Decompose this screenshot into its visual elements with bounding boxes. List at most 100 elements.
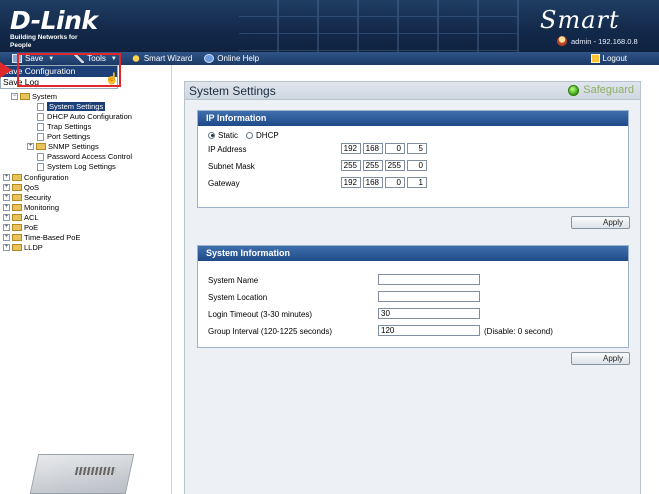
sidebar-item-label: Security xyxy=(24,193,52,202)
online-help-label: Online Help xyxy=(217,54,260,63)
collapse-icon[interactable]: − xyxy=(11,93,18,100)
gateway-octet[interactable]: 168 xyxy=(363,177,383,188)
gateway-octet[interactable]: 192 xyxy=(341,177,361,188)
document-icon xyxy=(37,102,44,111)
sidebar-item-label: System xyxy=(32,92,58,101)
sidebar-item-trap-settings[interactable]: Trap Settings xyxy=(37,122,91,131)
gateway-octet[interactable]: 0 xyxy=(385,177,405,188)
folder-icon xyxy=(12,234,22,241)
safeguard-indicator[interactable]: Safeguard xyxy=(568,84,634,96)
sidebar-item-security[interactable]: + Security xyxy=(3,193,51,202)
document-icon xyxy=(37,162,44,171)
ip-address-octet[interactable]: 5 xyxy=(407,143,427,154)
sidebar-item-label: PoE xyxy=(24,223,39,232)
folder-icon xyxy=(12,174,22,181)
sidebar-item-label: Monitoring xyxy=(24,203,60,212)
sidebar-item-label: System Settings xyxy=(47,102,106,111)
sidebar-item-system-log-settings[interactable]: System Log Settings xyxy=(37,162,116,171)
group-interval-input[interactable]: 120 xyxy=(378,325,480,336)
sidebar-item-configuration[interactable]: + Configuration xyxy=(3,173,69,182)
sidebar-item-password-access-control[interactable]: Password Access Control xyxy=(37,152,132,161)
system-location-input[interactable] xyxy=(378,291,480,302)
ip-address-octet[interactable]: 192 xyxy=(341,143,361,154)
expand-icon[interactable]: + xyxy=(3,234,10,241)
folder-icon xyxy=(36,143,46,150)
sidebar-item-time-based-poe[interactable]: + Time-Based PoE xyxy=(3,233,80,242)
document-icon xyxy=(37,152,44,161)
sidebar-item-system-settings[interactable]: System Settings xyxy=(37,102,106,111)
folder-icon xyxy=(12,204,22,211)
folder-icon xyxy=(12,214,22,221)
user-info: admin - 192.168.0.8 xyxy=(557,36,638,46)
dlink-logo: D-Link Building Networks for People xyxy=(10,7,100,50)
ip-information-section: IP Information Static DHCP IP Address Su… xyxy=(197,110,629,208)
sidebar-tree: − System System Settings DHCP Auto Configur… xyxy=(0,65,172,494)
sidebar-item-monitoring[interactable]: + Monitoring xyxy=(3,203,59,212)
wizard-icon xyxy=(130,54,141,63)
folder-icon xyxy=(12,224,22,231)
sidebar-item-label: LLDP xyxy=(24,243,43,252)
gateway-label: Gateway xyxy=(208,179,240,188)
apply-system-button[interactable]: Apply xyxy=(571,352,630,365)
sidebar-item-label: ACL xyxy=(24,213,39,222)
sidebar-item-label: System Log Settings xyxy=(47,162,116,171)
ip-mode-row: Static DHCP xyxy=(208,129,279,141)
document-icon xyxy=(37,132,44,141)
sidebar-item-label: QoS xyxy=(24,183,40,192)
sidebar-item-poe[interactable]: + PoE xyxy=(3,223,38,232)
static-label: Static xyxy=(218,130,239,140)
sidebar-item-snmp-settings[interactable]: + SNMP Settings xyxy=(27,142,99,151)
login-timeout-input[interactable]: 30 xyxy=(378,308,480,319)
sidebar-item-label: Trap Settings xyxy=(47,122,92,131)
expand-icon[interactable]: + xyxy=(3,224,10,231)
expand-icon[interactable]: + xyxy=(3,244,10,251)
panel-header: System Settings Safeguard xyxy=(185,82,640,100)
online-help-button[interactable]: Online Help xyxy=(198,52,265,65)
sidebar-item-acl[interactable]: + ACL xyxy=(3,213,39,222)
group-interval-hint: (Disable: 0 second) xyxy=(484,327,553,336)
system-name-input[interactable] xyxy=(378,274,480,285)
brand-tagline: Building Networks for People xyxy=(10,34,78,49)
expand-icon[interactable]: + xyxy=(3,174,10,181)
subnet-mask-octet[interactable]: 255 xyxy=(341,160,361,171)
expand-icon[interactable]: + xyxy=(3,214,10,221)
expand-icon[interactable]: + xyxy=(3,194,10,201)
section-heading: System Information xyxy=(198,246,628,261)
header-decoration xyxy=(239,0,519,52)
sidebar-item-lldp[interactable]: + LLDP xyxy=(3,243,43,252)
switch-device-image xyxy=(29,454,135,494)
gateway-octet[interactable]: 1 xyxy=(407,177,427,188)
subnet-mask-octet[interactable]: 0 xyxy=(407,160,427,171)
dhcp-label: DHCP xyxy=(256,130,279,140)
document-icon xyxy=(37,122,44,131)
folder-icon xyxy=(12,244,22,251)
group-interval-label: Group Interval (120-1225 seconds) xyxy=(208,327,333,336)
expand-icon[interactable]: + xyxy=(3,184,10,191)
ip-address-octet[interactable]: 0 xyxy=(385,143,405,154)
sidebar-item-system[interactable]: − System xyxy=(11,92,57,101)
sidebar-item-label: Port Settings xyxy=(47,132,90,141)
sidebar-item-label: DHCP Auto Configuration xyxy=(47,112,132,121)
subnet-mask-octet[interactable]: 255 xyxy=(363,160,383,171)
folder-icon xyxy=(20,93,30,100)
smart-wizard-button[interactable]: Smart Wizard xyxy=(125,52,198,65)
expand-icon[interactable]: + xyxy=(3,204,10,211)
expand-icon[interactable]: + xyxy=(27,143,34,150)
main-content: System Settings Safeguard IP Information… xyxy=(172,65,659,494)
sidebar-item-port-settings[interactable]: Port Settings xyxy=(37,132,90,141)
apply-ip-button[interactable]: Apply xyxy=(571,216,630,229)
safeguard-led-icon xyxy=(568,84,580,96)
document-icon xyxy=(37,112,44,121)
dhcp-radio[interactable] xyxy=(246,131,254,139)
ip-address-label: IP Address xyxy=(208,145,247,154)
ip-address-octet[interactable]: 168 xyxy=(363,143,383,154)
sidebar-item-label: SNMP Settings xyxy=(48,142,99,151)
sidebar-item-qos[interactable]: + QoS xyxy=(3,183,39,192)
sidebar-item-dhcp-auto-configuration[interactable]: DHCP Auto Configuration xyxy=(37,112,132,121)
settings-panel: System Settings Safeguard IP Information… xyxy=(184,81,641,494)
login-timeout-label: Login Timeout (3-30 minutes) xyxy=(208,310,313,319)
subnet-mask-label: Subnet Mask xyxy=(208,162,255,171)
subnet-mask-octet[interactable]: 255 xyxy=(385,160,405,171)
logout-button[interactable]: Logout xyxy=(585,52,633,65)
static-radio[interactable] xyxy=(208,131,215,139)
